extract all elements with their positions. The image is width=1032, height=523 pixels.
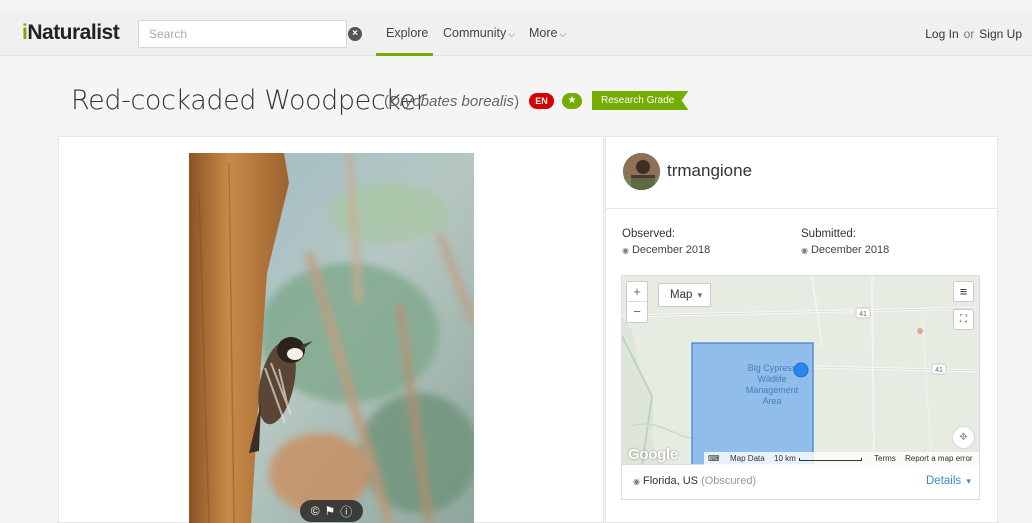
svg-text:41: 41 xyxy=(935,367,943,374)
scale-label: 10 km xyxy=(774,454,796,463)
nav-community[interactable]: Community ⌵ xyxy=(443,26,515,40)
chevron-down-icon: ⌵ xyxy=(508,29,516,39)
common-name-title: Red-cockaded Woodpecker xyxy=(71,85,427,116)
keyboard-icon[interactable]: ⌨ xyxy=(708,452,720,465)
details-dropdown[interactable]: Details ▾ xyxy=(926,475,971,487)
divider xyxy=(606,208,997,209)
username-link[interactable]: trmangione xyxy=(667,161,752,181)
map-zoom-controls: + − xyxy=(626,281,648,323)
caret-down-icon: ▾ xyxy=(697,290,703,300)
submitted-label: Submitted: xyxy=(801,228,856,240)
google-logo: Google xyxy=(628,446,678,463)
eye-icon: ◉ xyxy=(622,246,629,255)
report-map-error-link[interactable]: Report a map error xyxy=(905,452,973,465)
cc-license-icon[interactable]: © xyxy=(311,504,320,518)
map-data-link[interactable]: Map Data xyxy=(730,452,765,465)
scale-bar xyxy=(799,458,862,461)
auth-links: Log In or Sign Up xyxy=(925,27,1022,41)
terms-link[interactable]: Terms xyxy=(874,452,896,465)
nav-explore[interactable]: Explore xyxy=(386,26,428,40)
svg-text:Big Cypress: Big Cypress xyxy=(748,363,797,373)
svg-text:Area: Area xyxy=(762,396,781,406)
submitted-date: ◉ December 2018 xyxy=(801,244,890,256)
map-type-select[interactable]: Map ▾ xyxy=(658,283,711,307)
eye-icon: ◉ xyxy=(801,246,808,255)
map-attribution: ⌨ Map Data 10 km Terms Report a map erro… xyxy=(704,452,979,465)
scientific-name[interactable]: (Dryobates borealis) xyxy=(384,93,519,110)
photo-controls: © ⚑ ⓘ xyxy=(300,500,363,522)
eye-icon: ◉ xyxy=(633,477,640,486)
info-icon[interactable]: ⓘ xyxy=(340,503,352,520)
clear-search-icon[interactable]: × xyxy=(348,27,362,41)
observed-date: ◉ December 2018 xyxy=(622,244,711,256)
login-link[interactable]: Log In xyxy=(925,27,958,41)
observation-photo[interactable] xyxy=(189,153,474,523)
top-nav: iNaturalist × Explore Community⌵ More⌵ L… xyxy=(0,10,1032,56)
observed-label: Observed: xyxy=(622,228,676,240)
recenter-icon[interactable]: ✥ xyxy=(953,427,974,448)
or-text: or xyxy=(963,27,975,41)
inaturalist-logo[interactable]: iNaturalist xyxy=(22,21,120,45)
zoom-out-button[interactable]: − xyxy=(627,302,647,322)
caret-down-icon: ▾ xyxy=(966,476,971,486)
nav-more[interactable]: More ⌵ xyxy=(529,26,566,40)
svg-text:41: 41 xyxy=(859,311,867,318)
avatar[interactable] xyxy=(623,153,660,190)
iucn-status-badge[interactable]: EN xyxy=(529,93,554,109)
star-icon[interactable]: ★ xyxy=(562,93,582,109)
layers-icon[interactable]: ≡ xyxy=(953,281,974,302)
active-tab-indicator xyxy=(376,53,433,56)
chevron-down-icon: ⌵ xyxy=(559,29,567,39)
svg-text:Wildlife: Wildlife xyxy=(757,374,786,384)
research-grade-badge: Research Grade xyxy=(592,91,689,110)
zoom-in-button[interactable]: + xyxy=(627,282,647,302)
fullscreen-icon[interactable]: ⛶ xyxy=(953,309,974,330)
flag-icon[interactable]: ⚑ xyxy=(325,504,336,518)
signup-link[interactable]: Sign Up xyxy=(979,27,1022,41)
svg-text:Management: Management xyxy=(746,385,799,395)
place-guess: ◉ Florida, US (Obscured) xyxy=(633,475,757,487)
search-input[interactable] xyxy=(138,20,347,48)
